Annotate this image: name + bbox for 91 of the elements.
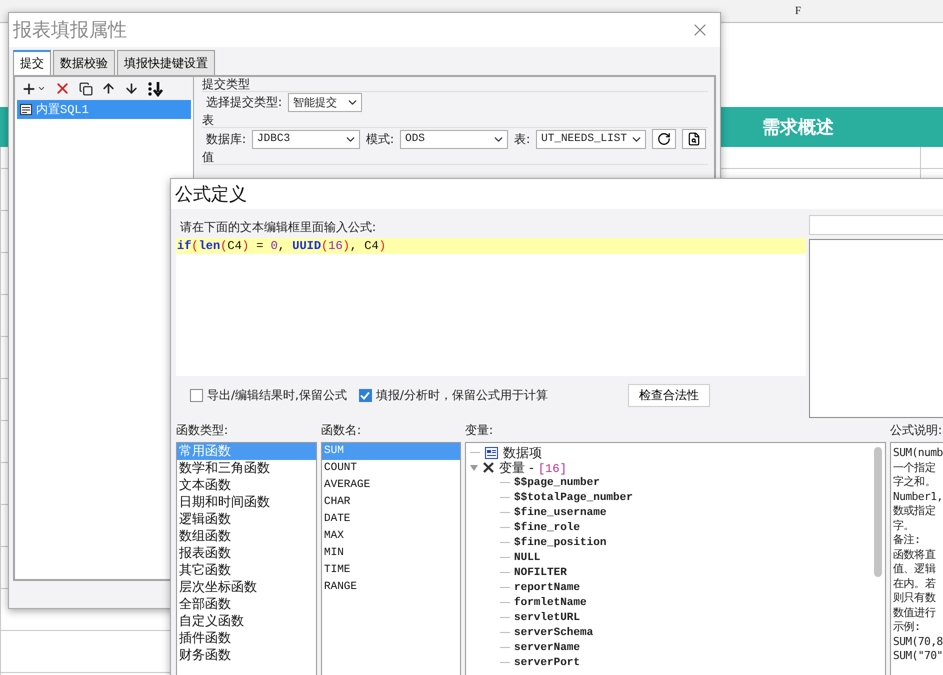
list-item[interactable]: 日期和时间函数 — [177, 494, 316, 511]
field-label: 选择提交类型: — [206, 94, 282, 111]
list-item[interactable]: TIME — [322, 562, 460, 579]
list-item[interactable]: 逻辑函数 — [177, 511, 316, 528]
field-label: 表: — [514, 130, 530, 148]
field-label: 数据库: — [206, 130, 246, 148]
option-checkbox[interactable]: 填报/分析时，保留公式用于计算 — [358, 387, 548, 404]
list-item[interactable]: MAX — [322, 528, 460, 545]
list-item[interactable]: RANGE — [322, 579, 460, 596]
banner-title: 需求概述 — [762, 116, 834, 139]
refresh-button[interactable] — [652, 129, 676, 149]
list-item[interactable]: CHAR — [322, 494, 460, 511]
list-label: 公式说明: — [890, 422, 943, 439]
schema-dropdown[interactable]: ODS — [400, 130, 508, 148]
move-bottom-icon[interactable] — [147, 80, 165, 96]
tree-item[interactable]: NOFILTER — [514, 566, 567, 578]
check-validity-button[interactable]: 检查合法性 — [628, 384, 710, 407]
database-dropdown[interactable]: JDBC3 — [252, 130, 360, 148]
tree-item[interactable]: $fine_role — [514, 522, 580, 534]
tree-item[interactable]: formletName — [514, 596, 587, 608]
description-text: 一个指定 — [893, 460, 936, 475]
list-item[interactable]: 文本函数 — [177, 477, 316, 494]
tree-item[interactable]: 数据项 — [503, 444, 542, 462]
list-item[interactable]: MIN — [322, 545, 460, 562]
tree-item[interactable]: $$totalPage_number — [514, 492, 633, 504]
file-search-icon — [687, 132, 702, 146]
tree-item[interactable]: $fine_position — [514, 536, 606, 548]
data-list-icon — [485, 446, 498, 458]
tree-item[interactable]: reportName — [514, 582, 580, 594]
tree-item[interactable]: $$page_number — [514, 476, 600, 488]
option-checkbox[interactable]: 导出/编辑结果时,保留公式 — [190, 387, 347, 404]
tree-item[interactable]: serverSchema — [514, 626, 594, 638]
preview-button[interactable] — [682, 129, 706, 149]
refresh-icon — [657, 132, 672, 146]
tree-item[interactable]: servletURL — [514, 612, 580, 624]
list-item[interactable]: 财务函数 — [177, 647, 316, 664]
window-title: 报表填报属性 — [13, 18, 127, 43]
scrollbar-thumb[interactable] — [874, 447, 882, 577]
list-item[interactable]: 自定义函数 — [177, 613, 316, 630]
checkmark-icon — [360, 391, 370, 400]
add-icon[interactable] — [21, 80, 46, 96]
tab[interactable]: 提交 — [13, 50, 51, 75]
section-title: 值 — [202, 150, 708, 165]
description-text: SUM(70,8 — [893, 634, 943, 649]
description-text: 数值进行 — [893, 606, 937, 620]
description-text: SUM("70" — [893, 649, 943, 664]
description-text: 字之和。 — [893, 475, 936, 490]
list-item[interactable]: DATE — [322, 511, 460, 528]
tree-item[interactable]: 变量 - [16] — [499, 458, 567, 476]
description-text: 则只有数 — [893, 591, 936, 606]
list-item[interactable]: 插件函数 — [177, 630, 316, 647]
description-text: 在内。若 — [893, 576, 936, 591]
list-item[interactable]: 全部函数 — [177, 596, 316, 613]
list-label: 函数名: — [321, 422, 362, 439]
window-title: 公式定义 — [175, 183, 247, 206]
list-item[interactable]: 层次坐标函数 — [177, 579, 316, 596]
table-dropdown[interactable]: UT_NEEDS_LIST — [536, 130, 646, 148]
list-label: 函数类型: — [176, 422, 230, 439]
expand-arrow-icon[interactable] — [470, 464, 478, 470]
field-label: 模式: — [366, 130, 394, 148]
list-item[interactable]: 其它函数 — [177, 562, 316, 579]
tree-item[interactable]: $fine_username — [514, 506, 606, 518]
description-text: 数或指定 — [893, 504, 936, 518]
copy-icon[interactable] — [79, 82, 93, 96]
list-item[interactable]: 数组函数 — [177, 528, 316, 545]
list-label: 变量: — [465, 422, 494, 439]
list-item[interactable]: 报表函数 — [177, 545, 316, 562]
document-list-icon — [20, 104, 32, 115]
search-field[interactable] — [809, 215, 943, 235]
description-text: 函数将直 — [893, 548, 936, 562]
tree-item[interactable]: serverPort — [514, 656, 580, 668]
list-item[interactable]: AVERAGE — [322, 477, 460, 494]
description-text: 备注: — [893, 533, 922, 548]
formula-editor[interactable]: if(len(C4) = 0, UUID(16), C4) — [176, 238, 806, 376]
prompt-text: 请在下面的文本编辑框里面输入公式: — [179, 219, 378, 236]
section-title: 提交类型 — [202, 77, 708, 92]
column-label: F — [794, 5, 802, 17]
description-text: Number1, — [893, 490, 943, 504]
list-item[interactable]: 数学和三角函数 — [177, 460, 316, 477]
tab[interactable]: 数据校验 — [53, 50, 115, 75]
description-text: 字。 — [893, 518, 916, 533]
description-text: 示例: — [893, 620, 922, 634]
section-title: 表 — [202, 113, 708, 128]
tab[interactable]: 填报快捷键设置 — [117, 50, 215, 75]
list-item[interactable]: COUNT — [322, 460, 460, 477]
description-text: SUM(numb — [893, 446, 943, 460]
tree-item[interactable]: NULL — [514, 552, 540, 564]
description-text: 值、逻辑 — [893, 562, 937, 576]
down-arrow-icon[interactable] — [124, 81, 139, 96]
tree-item[interactable]: serverName — [514, 642, 580, 654]
submit-type-dropdown[interactable]: 智能提交 — [288, 93, 362, 112]
